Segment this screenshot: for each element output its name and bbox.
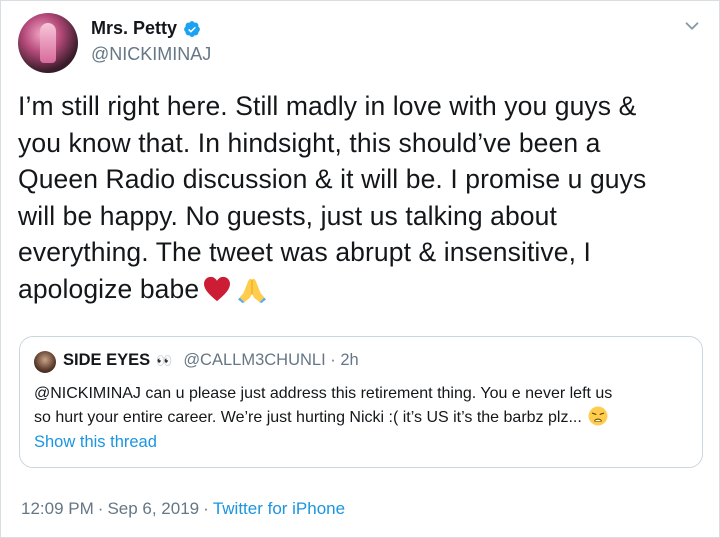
tweet-source-link[interactable]: Twitter for iPhone	[213, 499, 345, 518]
display-name-text[interactable]: Mrs. Petty	[91, 18, 177, 39]
weary-face-icon	[588, 406, 608, 426]
tweet-meta: 12:09 PM · Sep 6, 2019 · Twitter for iPhone	[21, 499, 345, 519]
quoted-display-name[interactable]: SIDE EYES	[63, 351, 150, 370]
quoted-line: so hurt your entire career. We’re just h…	[34, 409, 582, 426]
tweet-time[interactable]: 12:09 PM	[21, 499, 94, 518]
tweet-line: you know that. In hindsight, this should…	[18, 127, 601, 158]
avatar[interactable]	[18, 13, 78, 73]
quoted-avatar[interactable]	[34, 351, 56, 373]
tweet-line: apologize babe	[18, 273, 200, 304]
tweet-line: everything. The tweet was abrupt & insen…	[18, 237, 591, 267]
tweet-line: will be happy. No guests, just us talkin…	[18, 200, 557, 231]
folded-hands-icon	[238, 278, 267, 303]
verified-badge-icon	[184, 20, 200, 37]
tweet-date[interactable]: Sep 6, 2019	[107, 499, 199, 518]
red-heart-icon	[204, 276, 231, 301]
tweet-text: I’m still right here. Still madly in lov…	[18, 88, 698, 307]
quoted-text: @NICKIMINAJ can u please just address th…	[34, 382, 694, 430]
chevron-down-icon[interactable]	[681, 15, 703, 37]
quoted-author[interactable]: SIDE EYES 👀 @CALLM3CHUNLI · 2h	[63, 351, 359, 370]
quoted-line: @NICKIMINAJ can u please just address th…	[34, 385, 613, 402]
meta-separator: ·	[97, 499, 104, 518]
quoted-line-last: so hurt your entire career. We’re just h…	[34, 406, 694, 430]
user-handle[interactable]: @NICKIMINAJ	[91, 44, 211, 65]
quoted-tweet[interactable]: SIDE EYES 👀 @CALLM3CHUNLI · 2h @NICKIMIN…	[19, 336, 703, 468]
tweet-line-last: apologize babe	[18, 271, 698, 308]
tweet-line: I’m still right here. Still madly in lov…	[18, 91, 637, 121]
eyes-icon: 👀	[156, 352, 172, 368]
quoted-handle-time[interactable]: @CALLM3CHUNLI · 2h	[183, 351, 358, 370]
show-thread-link[interactable]: Show this thread	[34, 433, 157, 452]
tweet-line: Queen Radio discussion & it will be. I p…	[18, 164, 647, 194]
meta-separator: ·	[203, 499, 209, 518]
tweet-card: Mrs. Petty @NICKIMINAJ I’m still right h…	[0, 0, 720, 538]
display-name[interactable]: Mrs. Petty	[91, 18, 201, 39]
